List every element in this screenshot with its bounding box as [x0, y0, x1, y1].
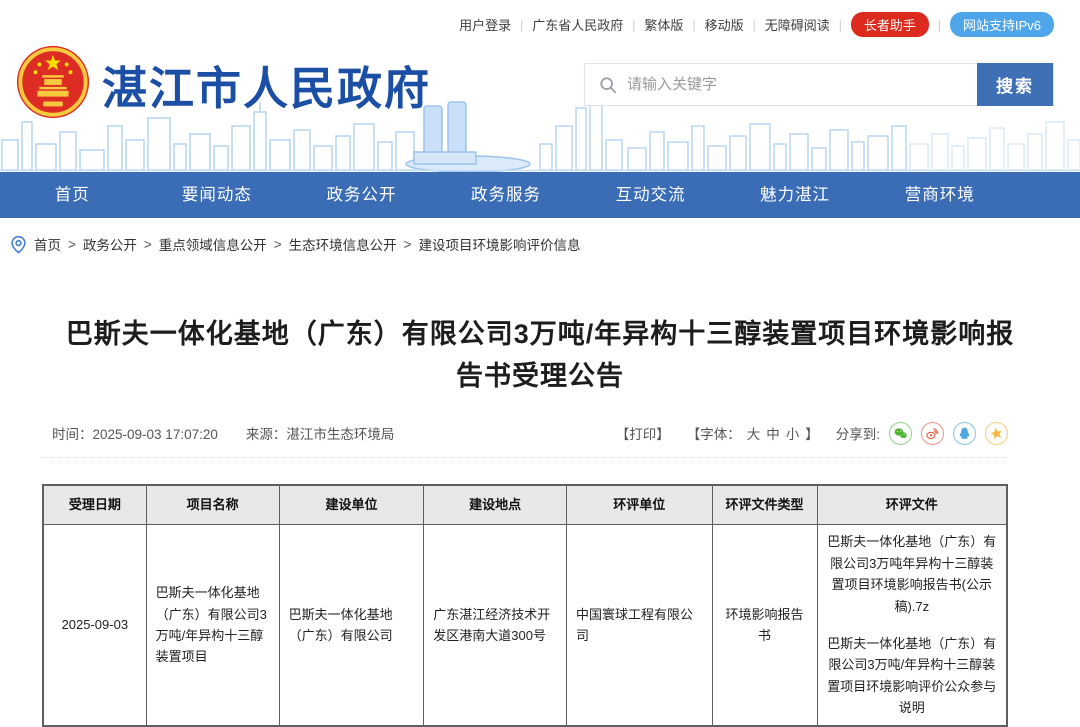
breadcrumb-separator: > — [274, 237, 282, 252]
nav-item-gov-affairs[interactable]: 政务公开 — [289, 172, 434, 218]
font-label-close: 】 — [805, 427, 819, 442]
search-icon — [599, 76, 617, 94]
table-header-row: 受理日期 项目名称 建设单位 建设地点 环评单位 环评文件类型 环评文件 — [43, 485, 1007, 525]
source-value: 湛江市生态环境局 — [286, 427, 394, 442]
topbar-link-login[interactable]: 用户登录 — [459, 15, 511, 34]
print-button[interactable]: 【打印】 — [616, 423, 670, 443]
nav-item-gov-services[interactable]: 政务服务 — [434, 172, 579, 218]
favorite-star-icon[interactable] — [985, 422, 1008, 445]
col-project-name: 项目名称 — [146, 485, 279, 525]
location-pin-icon — [10, 235, 27, 254]
col-accept-date: 受理日期 — [43, 485, 146, 525]
topbar-separator: | — [520, 18, 523, 32]
breadcrumb-gov-affairs[interactable]: 政务公开 — [83, 234, 137, 254]
topbar-link-mobile[interactable]: 移动版 — [705, 15, 744, 34]
nav-item-news[interactable]: 要闻动态 — [145, 172, 290, 218]
nav-item-home[interactable]: 首页 — [0, 172, 145, 218]
elder-assist-button[interactable]: 长者助手 — [851, 12, 929, 37]
col-eia-unit: 环评单位 — [566, 485, 712, 525]
article-meta: 时间：2025-09-03 17:07:20 来源：湛江市生态环境局 【打印】 … — [42, 422, 1008, 445]
article-source: 来源：湛江市生态环境局 — [246, 423, 395, 443]
font-size-small[interactable]: 小 — [786, 427, 800, 442]
cell-accept-date: 2025-09-03 — [43, 525, 146, 726]
font-size-medium[interactable]: 中 — [766, 427, 780, 442]
source-label: 来源： — [246, 427, 287, 442]
topbar-separator: | — [839, 18, 842, 32]
breadcrumb: 首页 > 政务公开 > 重点领域信息公开 > 生态环境信息公开 > 建设项目环境… — [0, 218, 1080, 264]
brand-row: 湛江市人民政府 搜索 — [0, 37, 1080, 126]
share-label: 分享到: — [836, 423, 880, 443]
publish-time: 时间：2025-09-03 17:07:20 — [52, 423, 218, 443]
breadcrumb-key-info[interactable]: 重点领域信息公开 — [159, 234, 267, 254]
nav-item-charm-zhanjiang[interactable]: 魅力湛江 — [723, 172, 868, 218]
meta-divider — [42, 457, 1008, 458]
topbar-link-province-gov[interactable]: 广东省人民政府 — [532, 15, 623, 34]
font-size-large[interactable]: 大 — [747, 427, 761, 442]
cell-doc-files: 巴斯夫一体化基地（广东）有限公司3万吨年异构十三醇装置项目环境影响报告书(公示稿… — [817, 525, 1007, 726]
topbar-separator: | — [632, 18, 635, 32]
search-input[interactable] — [627, 64, 977, 105]
national-emblem-icon — [14, 43, 92, 126]
cell-eia-unit: 中国寰球工程有限公司 — [566, 525, 712, 726]
breadcrumb-separator: > — [68, 237, 76, 252]
topbar-separator: | — [753, 18, 756, 32]
col-doc-files: 环评文件 — [817, 485, 1007, 525]
public-participation-file-link[interactable]: 巴斯夫一体化基地（广东）有限公司3万吨/年异构十三醇装置项目环境影响评价公众参与… — [827, 633, 997, 719]
site-header: 用户登录 | 广东省人民政府 | 繁体版 | 移动版 | 无障碍阅读 | 长者助… — [0, 0, 1080, 172]
search-box: 搜索 — [584, 63, 1054, 106]
time-label: 时间： — [52, 427, 93, 442]
eia-acceptance-table: 受理日期 项目名称 建设单位 建设地点 环评单位 环评文件类型 环评文件 202… — [42, 484, 1008, 727]
article: 巴斯夫一体化基地（广东）有限公司3万吨/年异构十三醇装置项目环境影响报告书受理公… — [0, 314, 1080, 727]
breadcrumb-home[interactable]: 首页 — [34, 234, 61, 254]
eia-report-file-link[interactable]: 巴斯夫一体化基地（广东）有限公司3万吨年异构十三醇装置项目环境影响报告书(公示稿… — [827, 531, 997, 617]
main-nav: 首页 要闻动态 政务公开 政务服务 互动交流 魅力湛江 营商环境 — [0, 172, 1080, 218]
cell-build-unit: 巴斯夫一体化基地（广东）有限公司 — [279, 525, 424, 726]
col-doc-type: 环评文件类型 — [712, 485, 817, 525]
qq-share-icon[interactable] — [953, 422, 976, 445]
font-label: 【字体： — [687, 427, 741, 442]
topbar-link-traditional[interactable]: 繁体版 — [644, 15, 683, 34]
breadcrumb-eco-env-info[interactable]: 生态环境信息公开 — [289, 234, 397, 254]
breadcrumb-eia-info[interactable]: 建设项目环境影响评价信息 — [419, 234, 581, 254]
ipv6-support-badge[interactable]: 网站支持IPv6 — [950, 12, 1054, 37]
cell-build-site: 广东湛江经济技术开发区港南大道300号 — [424, 525, 567, 726]
topbar-separator: | — [938, 18, 941, 32]
article-title: 巴斯夫一体化基地（广东）有限公司3万吨/年异构十三醇装置项目环境影响报告书受理公… — [58, 314, 1022, 398]
nav-item-interaction[interactable]: 互动交流 — [578, 172, 723, 218]
breadcrumb-separator: > — [404, 237, 412, 252]
wechat-share-icon[interactable] — [889, 422, 912, 445]
site-logo[interactable]: 湛江市人民政府 — [14, 43, 431, 126]
weibo-share-icon[interactable] — [921, 422, 944, 445]
share-bar: 分享到: — [836, 422, 1008, 445]
topbar-separator: | — [692, 18, 695, 32]
font-size-control: 【字体： 大中小】 — [684, 423, 822, 443]
col-build-unit: 建设单位 — [279, 485, 424, 525]
time-value: 2025-09-03 17:07:20 — [93, 427, 218, 442]
cell-doc-type: 环境影响报告书 — [712, 525, 817, 726]
search-button[interactable]: 搜索 — [977, 63, 1053, 106]
col-build-site: 建设地点 — [424, 485, 567, 525]
breadcrumb-separator: > — [144, 237, 152, 252]
nav-item-business-env[interactable]: 营商环境 — [867, 172, 1012, 218]
topbar: 用户登录 | 广东省人民政府 | 繁体版 | 移动版 | 无障碍阅读 | 长者助… — [0, 0, 1080, 37]
table-row: 2025-09-03 巴斯夫一体化基地（广东）有限公司3万吨/年异构十三醇装置项… — [43, 525, 1007, 726]
topbar-link-accessibility[interactable]: 无障碍阅读 — [765, 15, 830, 34]
site-title: 湛江市人民政府 — [102, 52, 431, 117]
cell-project-name: 巴斯夫一体化基地（广东）有限公司3万吨/年异构十三醇装置项目 — [146, 525, 279, 726]
